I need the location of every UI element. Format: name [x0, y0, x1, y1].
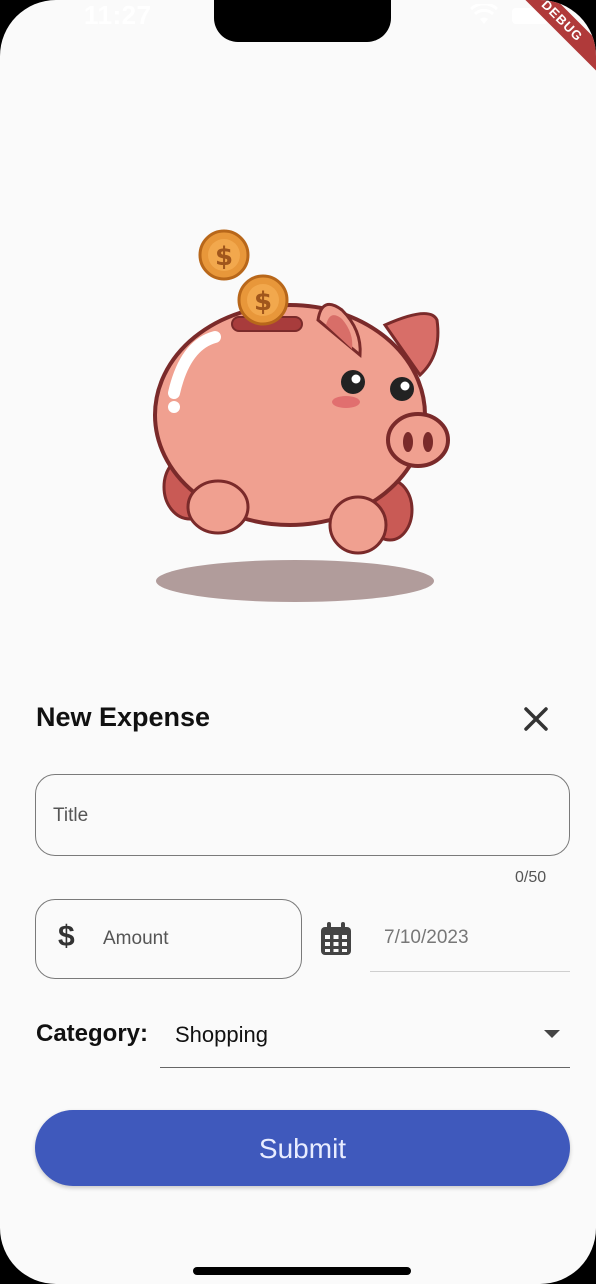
- coin-icon: $: [237, 274, 289, 326]
- submit-button[interactable]: Submit: [35, 1110, 570, 1186]
- title-placeholder: Title: [53, 805, 89, 826]
- piggy-bank-illustration: $ $: [153, 229, 450, 602]
- phone-screen: 11:27 DEBUG $ $ New Expense Title 0/50 $…: [0, 0, 596, 1284]
- amount-input[interactable]: $ Amount: [35, 899, 302, 979]
- date-value: 7/10/2023: [384, 927, 469, 948]
- date-field[interactable]: 7/10/2023: [370, 905, 570, 972]
- dollar-icon: $: [58, 920, 75, 953]
- character-counter: 0/50: [515, 869, 547, 886]
- close-icon[interactable]: [520, 703, 552, 735]
- dropdown-caret-icon: [544, 1030, 560, 1038]
- status-bar: 11:27 DEBUG: [0, 0, 596, 79]
- coin-icon: $: [198, 229, 250, 281]
- svg-text:$: $: [254, 287, 272, 317]
- category-dropdown[interactable]: Shopping: [160, 1006, 570, 1068]
- title-input[interactable]: Title: [35, 774, 570, 856]
- wifi-icon: [470, 4, 498, 24]
- category-label: Category:: [36, 1020, 149, 1047]
- category-selected-value: Shopping: [175, 1022, 268, 1047]
- camera-notch: [214, 0, 391, 42]
- status-time: 11:27: [84, 0, 152, 30]
- calendar-icon[interactable]: [320, 922, 352, 956]
- svg-text:$: $: [215, 242, 233, 272]
- sheet-title: New Expense: [36, 702, 211, 732]
- amount-placeholder: Amount: [103, 928, 169, 949]
- home-indicator: [193, 1267, 411, 1275]
- shadow: [156, 560, 434, 602]
